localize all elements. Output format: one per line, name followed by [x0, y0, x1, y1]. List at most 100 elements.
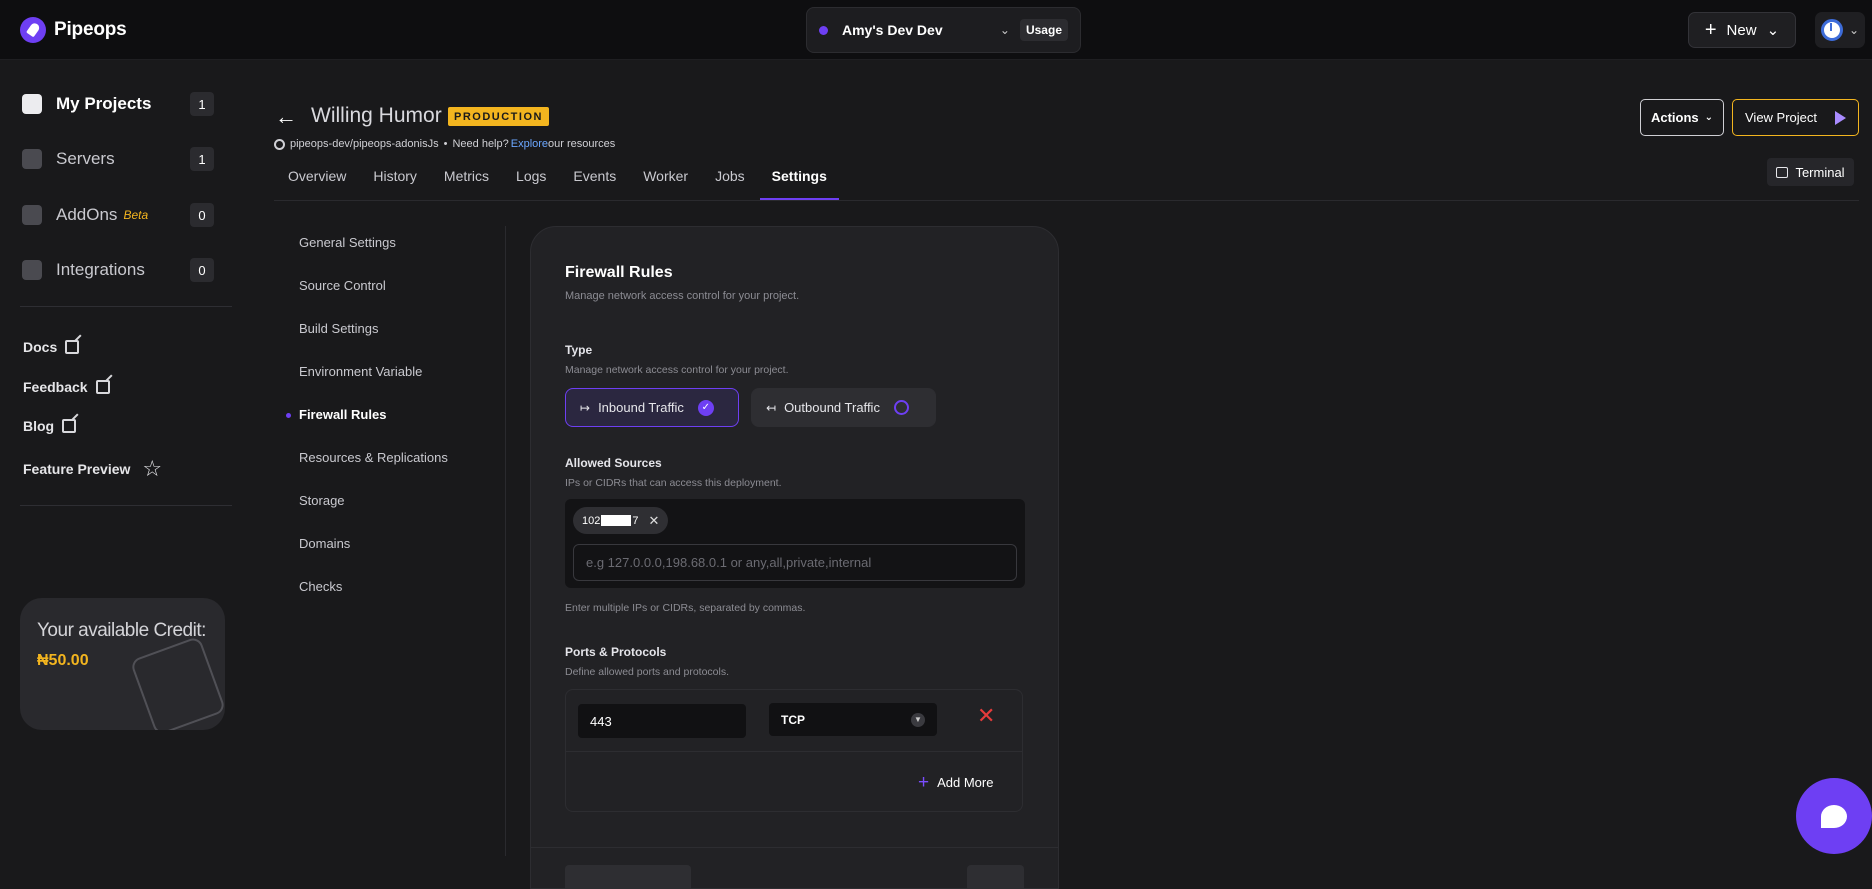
check-circle-icon: ✓ [697, 399, 714, 416]
tab-events[interactable]: Events [573, 166, 616, 200]
chat-bubble-button[interactable] [1796, 778, 1872, 854]
terminal-button[interactable]: Terminal [1767, 158, 1854, 186]
projects-icon [22, 94, 42, 114]
sparkle-star-icon: ☆ [142, 456, 163, 481]
credit-card: Your available Credit: ₦50.00 [20, 598, 225, 730]
sidebar: My Projects 1 Servers 1 AddOns Beta 0 In… [0, 60, 240, 889]
brand[interactable]: Pipeops [20, 17, 127, 43]
puzzle-icon [22, 260, 42, 280]
credit-value: ₦50.00 [37, 652, 89, 669]
help-text: Need help? [452, 138, 509, 150]
feature-preview-link[interactable]: Feature Preview ☆ [23, 456, 162, 482]
explore-link[interactable]: Explore [511, 138, 548, 150]
project-title: Willing Humor [311, 104, 442, 127]
sidebar-item-my-projects[interactable]: My Projects 1 [22, 89, 218, 119]
settings-nav-env-vars[interactable]: Environment Variable [299, 364, 422, 379]
panel-title: Firewall Rules [565, 264, 673, 281]
settings-nav-resources[interactable]: Resources & Replications [299, 450, 448, 465]
outbound-traffic-option[interactable]: ↤ Outbound Traffic [751, 388, 936, 427]
panel-footer-divider [531, 847, 1058, 848]
sidebar-item-addons[interactable]: AddOns Beta 0 [22, 200, 218, 230]
credit-title: Your available Credit: [37, 620, 206, 641]
settings-nav-domains[interactable]: Domains [299, 536, 350, 551]
footer-primary-button[interactable] [967, 865, 1024, 889]
panel-subtitle: Manage network access control for your p… [565, 290, 800, 302]
ip-chip-prefix: 102 [582, 514, 601, 527]
sources-input[interactable] [573, 544, 1017, 581]
blog-link[interactable]: Blog [23, 418, 77, 434]
ports-divider [566, 751, 1022, 752]
usage-button[interactable]: Usage [1019, 19, 1068, 41]
docs-link[interactable]: Docs [23, 339, 80, 355]
close-icon[interactable]: ✕ [648, 513, 659, 529]
brand-name: Pipeops [54, 19, 127, 40]
allowed-sources-subtitle: IPs or CIDRs that can access this deploy… [565, 477, 782, 489]
ip-chip: 102 7 ✕ [573, 507, 669, 534]
tab-logs[interactable]: Logs [516, 166, 546, 200]
chevron-down-icon: ⌄ [999, 23, 1010, 37]
view-project-label: View Project [1745, 110, 1818, 125]
ports-label: Ports & Protocols [565, 645, 667, 659]
type-subtitle: Manage network access control for your p… [565, 364, 789, 376]
add-more-button[interactable]: + Add More [918, 773, 993, 792]
settings-nav-firewall[interactable]: Firewall Rules [299, 407, 386, 422]
settings-nav-general[interactable]: General Settings [299, 235, 396, 250]
arrow-out-icon: ↤ [766, 400, 777, 415]
external-link-icon [62, 419, 77, 433]
actions-button[interactable]: Actions ⌄ [1640, 99, 1724, 136]
remove-row-icon[interactable]: ✕ [977, 705, 995, 727]
workspace-name: Amy's Dev Dev [842, 22, 943, 38]
settings-nav-source-control[interactable]: Source Control [299, 278, 386, 293]
protocol-select[interactable]: TCP ▼ [769, 703, 937, 736]
top-bar: Pipeops Amy's Dev Dev ⌄ Usage + New ⌄ ⌄ [0, 0, 1872, 60]
type-label: Type [565, 343, 593, 357]
tab-worker[interactable]: Worker [643, 166, 688, 200]
wallet-illustration-icon [129, 635, 225, 730]
repo-link[interactable]: pipeops-dev/pipeops-adonisJs [290, 138, 439, 150]
tab-jobs[interactable]: Jobs [715, 166, 745, 200]
active-indicator-dot [286, 413, 291, 418]
tab-metrics[interactable]: Metrics [444, 166, 489, 200]
avatar [1820, 19, 1843, 41]
ports-box: TCP ▼ ✕ + Add More [565, 689, 1023, 812]
settings-nav-divider [505, 226, 506, 856]
outbound-label: Outbound Traffic [784, 400, 880, 415]
tab-history[interactable]: History [373, 166, 417, 200]
port-input[interactable] [578, 704, 746, 738]
settings-nav-build[interactable]: Build Settings [299, 321, 379, 336]
inbound-traffic-option[interactable]: ↦ Inbound Traffic ✓ [565, 388, 739, 427]
sidebar-item-servers[interactable]: Servers 1 [22, 144, 218, 174]
user-menu-button[interactable]: ⌄ [1815, 12, 1865, 48]
allowed-sources-label: Allowed Sources [565, 456, 662, 470]
server-icon [22, 149, 42, 169]
actions-label: Actions [1650, 110, 1699, 125]
settings-nav-storage[interactable]: Storage [299, 493, 345, 508]
chevron-down-icon: ⌄ [1704, 112, 1714, 123]
back-arrow-icon[interactable]: ← [275, 104, 297, 130]
tab-overview[interactable]: Overview [288, 166, 346, 200]
add-more-label: Add More [937, 775, 994, 790]
chevron-down-icon: ▼ [911, 712, 925, 727]
view-project-button[interactable]: View Project [1732, 99, 1859, 136]
plug-icon [22, 205, 42, 225]
link-label: Feedback [23, 379, 88, 395]
tab-settings[interactable]: Settings [759, 166, 840, 200]
link-label: Docs [23, 339, 58, 355]
feedback-link[interactable]: Feedback [23, 379, 110, 395]
terminal-label: Terminal [1795, 164, 1845, 180]
sidebar-item-label: My Projects [56, 94, 152, 113]
footer-secondary-button[interactable] [565, 865, 691, 889]
link-label: Blog [23, 418, 55, 434]
workspace-switcher[interactable]: Amy's Dev Dev ⌄ Usage [806, 7, 1081, 53]
sidebar-divider [20, 306, 232, 307]
new-button[interactable]: + New ⌄ [1688, 12, 1796, 48]
workspace-status-dot [819, 25, 828, 35]
chevron-down-icon: ⌄ [1848, 23, 1860, 37]
repo-line: pipeops-dev/pipeops-adonisJs • Need help… [274, 138, 615, 150]
settings-nav-checks[interactable]: Checks [299, 579, 342, 594]
separator-dot: • [443, 138, 448, 150]
ip-chip-value: 102 7 [582, 515, 638, 527]
link-label: Feature Preview [23, 461, 131, 477]
github-icon [274, 138, 285, 150]
sidebar-item-integrations[interactable]: Integrations 0 [22, 255, 218, 285]
